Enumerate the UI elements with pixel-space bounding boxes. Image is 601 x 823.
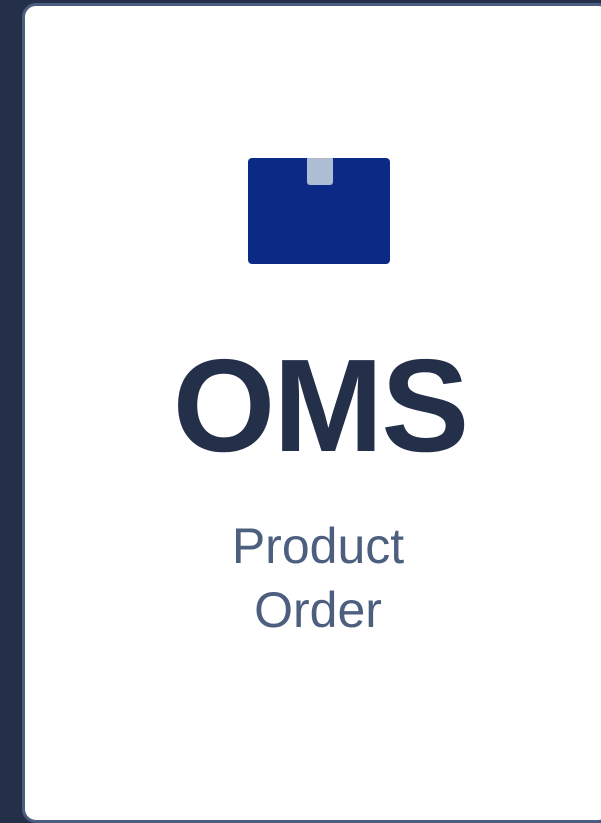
app-title: OMS <box>172 332 470 479</box>
subtitle-line-1: Product <box>231 518 405 574</box>
app-subtitle: Product Order <box>0 514 601 642</box>
subtitle-line-2: Order <box>254 582 382 638</box>
package-tab-icon <box>307 158 333 185</box>
app-frame: OMS Product Order <box>0 0 601 823</box>
